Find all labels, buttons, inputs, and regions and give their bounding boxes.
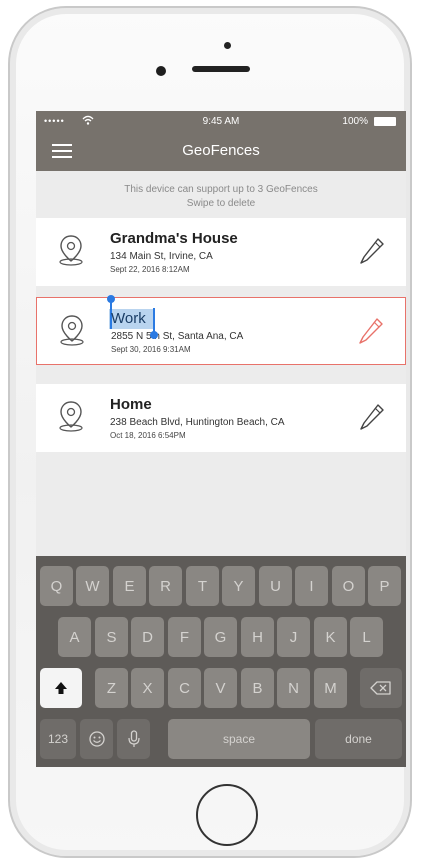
key-n[interactable]: N (277, 668, 310, 708)
key-j[interactable]: J (277, 617, 310, 657)
geofence-date: Oct 18, 2016 6:54PM (110, 431, 186, 440)
key-o[interactable]: O (332, 566, 365, 606)
geofence-name: Grandma's House (110, 230, 238, 247)
geofence-date: Sept 22, 2016 8:12AM (110, 265, 190, 274)
key-q[interactable]: Q (40, 566, 73, 606)
geofence-name: Home (110, 396, 152, 413)
key-p[interactable]: P (368, 566, 401, 606)
battery-percent: 100% (342, 116, 368, 127)
pencil-icon[interactable] (358, 402, 386, 432)
key-r[interactable]: R (149, 566, 182, 606)
map-pin-icon (59, 235, 83, 266)
geofence-date: Sept 30, 2016 9:31AM (111, 345, 191, 354)
geofence-row[interactable]: Home 238 Beach Blvd, Huntington Beach, C… (36, 384, 406, 452)
pencil-icon[interactable] (357, 316, 385, 346)
key-m[interactable]: M (314, 668, 347, 708)
app-screen: ••••• 9:45 AM 100% GeoFences This device… (36, 111, 406, 767)
shift-icon (55, 682, 67, 694)
home-button[interactable] (196, 784, 258, 846)
key-u[interactable]: U (259, 566, 292, 606)
dictation-key[interactable] (117, 719, 150, 759)
numbers-key[interactable]: 123 (40, 719, 76, 759)
shift-key[interactable] (40, 668, 82, 708)
emoji-icon (88, 731, 105, 747)
key-g[interactable]: G (204, 617, 237, 657)
geofence-row[interactable]: Grandma's House 134 Main St, Irvine, CA … (36, 218, 406, 286)
battery-icon (374, 117, 396, 126)
key-y[interactable]: Y (222, 566, 255, 606)
pencil-icon[interactable] (358, 236, 386, 266)
page-title: GeoFences (182, 142, 260, 159)
capacity-note: This device can support up to 3 GeoFence… (124, 184, 318, 195)
status-bar: ••••• 9:45 AM 100% (36, 111, 406, 131)
nav-bar: GeoFences (36, 131, 406, 171)
geofence-address: 238 Beach Blvd, Huntington Beach, CA (110, 417, 285, 428)
earpiece-speaker (192, 66, 250, 72)
map-pin-icon (59, 401, 83, 432)
key-f[interactable]: F (168, 617, 201, 657)
key-t[interactable]: T (186, 566, 219, 606)
geofence-name-input[interactable]: Work (111, 310, 146, 327)
selection-handle-end[interactable] (150, 331, 158, 339)
key-v[interactable]: V (204, 668, 237, 708)
map-pin-icon (60, 315, 84, 346)
key-a[interactable]: A (58, 617, 91, 657)
geofence-address: 2855 N 5th St, Santa Ana, CA (111, 331, 244, 342)
key-w[interactable]: W (76, 566, 109, 606)
key-l[interactable]: L (350, 617, 383, 657)
key-h[interactable]: H (241, 617, 274, 657)
done-key[interactable]: done (315, 719, 402, 759)
key-c[interactable]: C (168, 668, 201, 708)
geofence-row-selected[interactable]: Work 2855 N 5th St, Santa Ana, CA Sept 3… (36, 295, 406, 365)
key-s[interactable]: S (95, 617, 128, 657)
key-x[interactable]: X (131, 668, 164, 708)
backspace-icon (370, 681, 391, 695)
keyboard: Q W E R T Y U I O P A S D F G H J K L Z … (36, 556, 406, 767)
key-d[interactable]: D (131, 617, 164, 657)
info-banner: This device can support up to 3 GeoFence… (36, 171, 406, 215)
selection-handle-start[interactable] (107, 295, 115, 303)
backspace-key[interactable] (360, 668, 402, 708)
space-key[interactable]: space (168, 719, 310, 759)
geofence-address: 134 Main St, Irvine, CA (110, 251, 213, 262)
selection-caret-end (153, 308, 155, 332)
key-z[interactable]: Z (95, 668, 128, 708)
microphone-icon (127, 730, 140, 747)
emoji-key[interactable] (80, 719, 113, 759)
key-k[interactable]: K (314, 617, 347, 657)
front-camera (156, 66, 166, 76)
key-i[interactable]: I (295, 566, 328, 606)
key-b[interactable]: B (241, 668, 274, 708)
key-e[interactable]: E (113, 566, 146, 606)
swipe-hint: Swipe to delete (186, 198, 256, 209)
sensor-dot (224, 42, 231, 49)
